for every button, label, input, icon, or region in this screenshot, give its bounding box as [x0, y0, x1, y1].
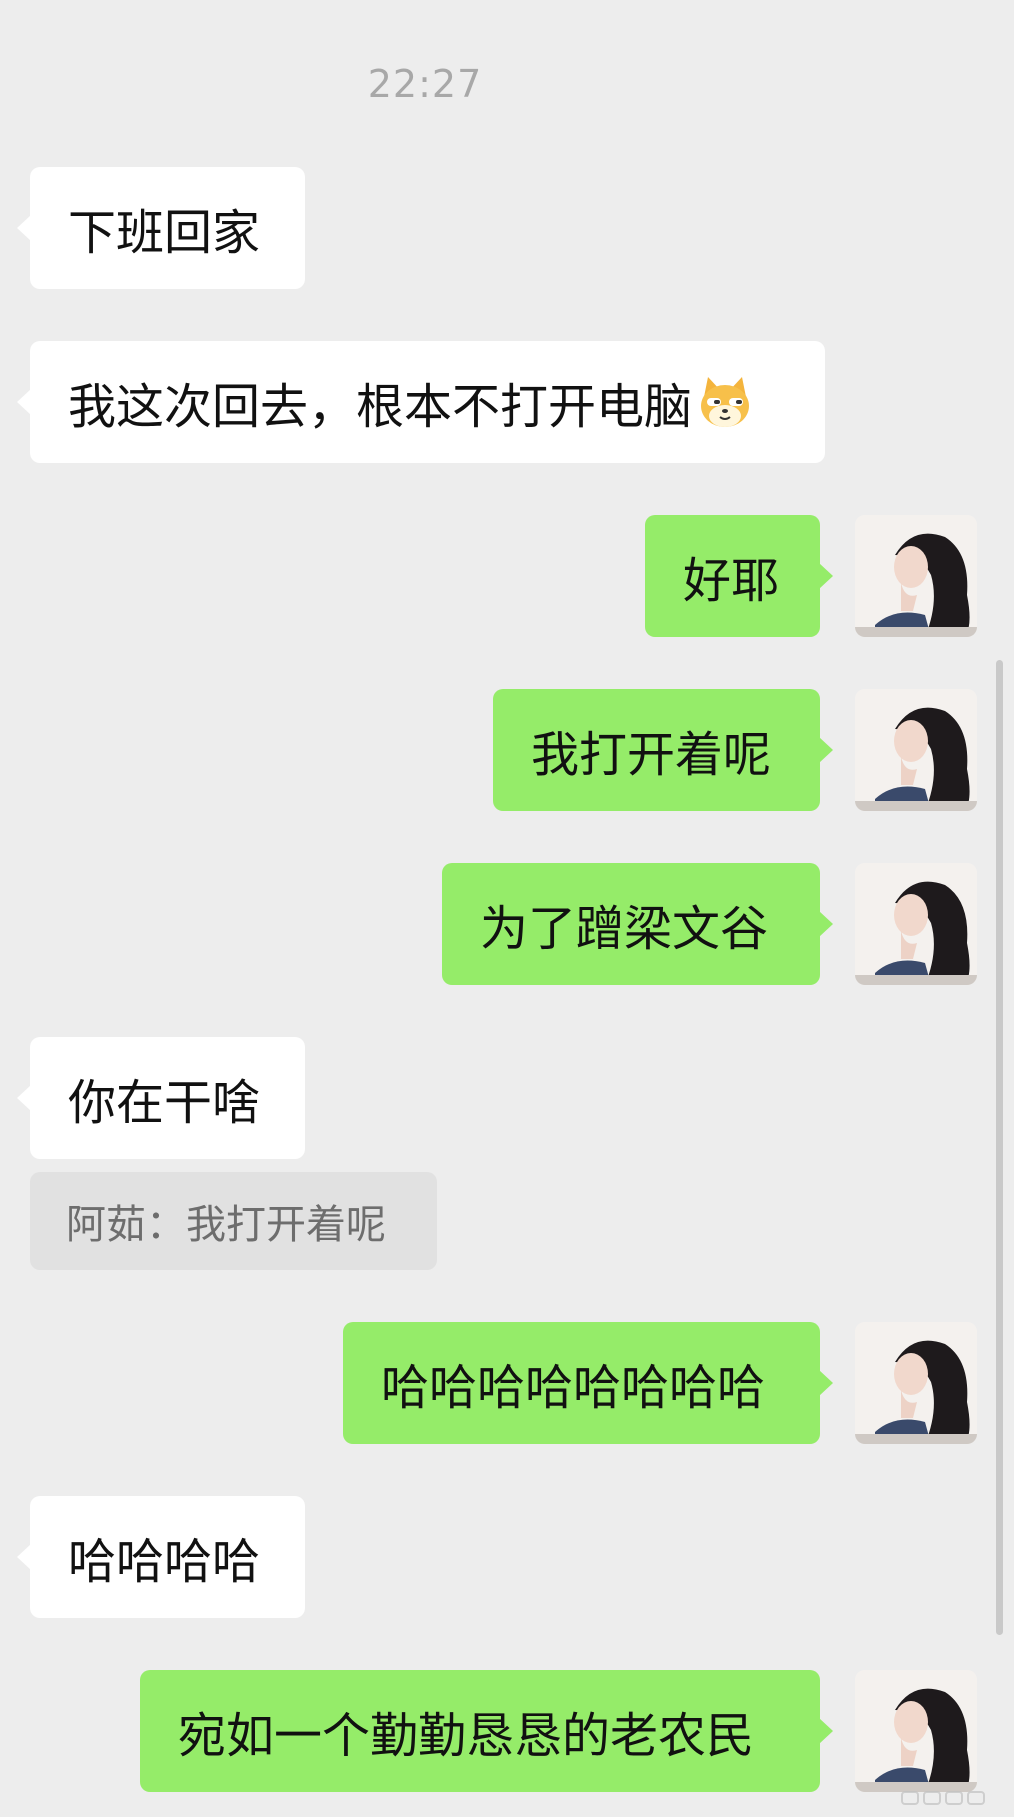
doge-cat-emoji-icon [696, 373, 754, 431]
outgoing-message-bubble[interactable]: 宛如一个勤勤恳恳的老农民 [140, 1670, 833, 1792]
message-text: 你在干啥 [68, 1075, 261, 1131]
user-avatar[interactable] [855, 863, 977, 985]
quoted-message-text: 阿茹：我打开着呢 [66, 1202, 386, 1248]
outgoing-message-bubble[interactable]: 我打开着呢 [493, 689, 833, 811]
chat-conversation[interactable]: 22:27 下班回家 我这次回去，根本不打开电脑 好耶 我打开着呢 为了蹭梁文谷… [0, 0, 1014, 1817]
message-text: 哈哈哈哈 [68, 1534, 261, 1590]
incoming-message-bubble[interactable]: 我这次回去，根本不打开电脑 [17, 341, 825, 463]
message-text: 我打开着呢 [531, 727, 772, 783]
user-avatar[interactable] [855, 515, 977, 637]
outgoing-message-bubble[interactable]: 好耶 [645, 515, 833, 637]
user-avatar[interactable] [855, 1322, 977, 1444]
message-text: 为了蹭梁文谷 [480, 901, 769, 957]
message-text: 宛如一个勤勤恳恳的老农民 [178, 1708, 755, 1764]
message-text: 下班回家 [68, 205, 261, 261]
quoted-message[interactable]: 阿茹：我打开着呢 [30, 1172, 437, 1270]
message-timestamp: 22:27 [367, 62, 483, 106]
outgoing-message-bubble[interactable]: 哈哈哈哈哈哈哈哈 [343, 1322, 833, 1444]
user-avatar[interactable] [855, 689, 977, 811]
message-text: 好耶 [683, 553, 780, 609]
outgoing-message-bubble[interactable]: 为了蹭梁文谷 [442, 863, 833, 985]
incoming-message-bubble[interactable]: 哈哈哈哈 [17, 1496, 305, 1618]
watermark [900, 1786, 990, 1815]
incoming-message-bubble[interactable]: 你在干啥 [17, 1037, 305, 1159]
incoming-message-bubble[interactable]: 下班回家 [17, 167, 305, 289]
message-text: 我这次回去，根本不打开电脑 [68, 379, 693, 435]
scrollbar[interactable] [996, 660, 1003, 1635]
user-avatar[interactable] [855, 1670, 977, 1792]
message-text: 哈哈哈哈哈哈哈哈 [381, 1360, 766, 1416]
